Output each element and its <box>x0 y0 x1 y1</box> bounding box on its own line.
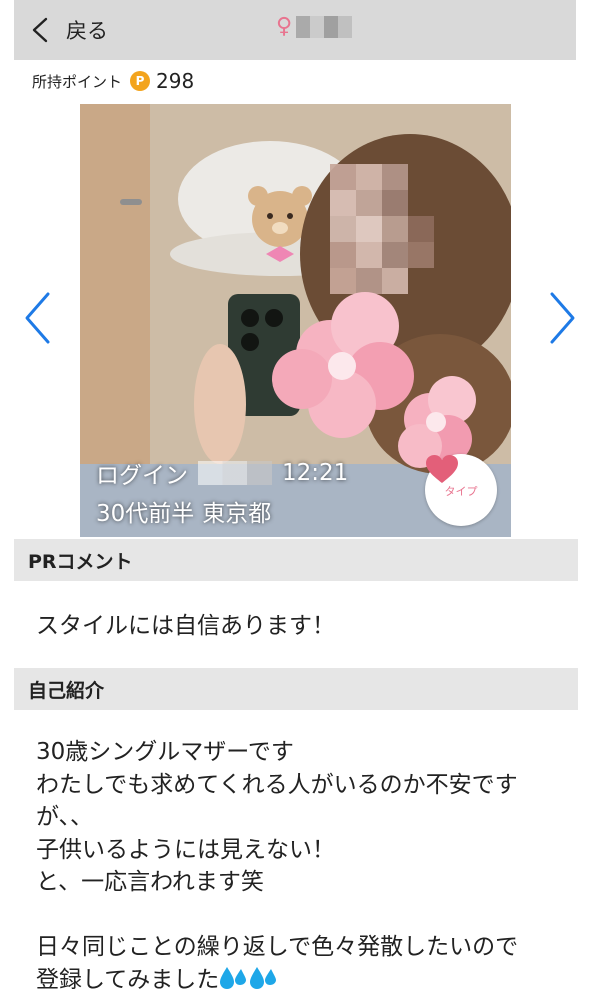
type-label: タイプ <box>444 485 478 498</box>
login-date-mosaic <box>198 461 272 485</box>
chevron-left-icon <box>32 17 48 43</box>
back-label: 戻る <box>66 19 108 43</box>
area: 東京都 <box>202 501 272 527</box>
user-name-mosaic <box>296 16 353 38</box>
pr-comment-text: スタイルには自信あります！ <box>36 613 335 639</box>
self-intro-heading: 自己紹介 <box>14 668 578 710</box>
points-label: 所持ポイント <box>32 72 123 91</box>
age-range: 30代前半 <box>96 501 195 527</box>
back-button[interactable]: 戻る <box>14 0 108 60</box>
login-time: 12:21 <box>282 460 349 486</box>
profile-page: 戻る ♀ 所持ポイント P 298 ログイン 12:21 30代前半 東京都 タ… <box>0 0 590 1000</box>
profile-photo[interactable]: ログイン 12:21 30代前半 東京都 タイプ <box>80 104 511 537</box>
top-bar: 戻る ♀ <box>14 0 576 60</box>
next-photo-arrow-icon[interactable] <box>548 290 578 346</box>
points-row: 所持ポイント P 298 <box>32 69 194 93</box>
pr-comment-heading: PRコメント <box>14 539 578 581</box>
points-value: 298 <box>156 69 195 93</box>
photo-info-overlay: ログイン 12:21 30代前半 東京都 タイプ <box>80 104 511 537</box>
previous-photo-arrow-icon[interactable] <box>22 290 52 346</box>
login-prefix: ログイン <box>96 463 188 489</box>
user-title: ♀ <box>276 14 353 39</box>
login-status: ログイン 12:21 <box>96 456 348 490</box>
type-like-button[interactable]: タイプ <box>425 454 497 526</box>
profile-summary: 30代前半 東京都 <box>96 494 271 528</box>
sweat-drops-icon <box>220 966 247 989</box>
heart-icon <box>426 455 458 483</box>
self-intro-block: 30歳シングルマザーです わたしでも求めてくれる人がいるのか不安です が、、 子… <box>36 736 576 996</box>
self-intro-text: 30歳シングルマザーです わたしでも求めてくれる人がいるのか不安です が、、 子… <box>36 739 519 993</box>
sweat-drops-icon <box>250 966 277 989</box>
point-coin-icon: P <box>130 71 151 91</box>
female-icon: ♀ <box>276 14 293 39</box>
